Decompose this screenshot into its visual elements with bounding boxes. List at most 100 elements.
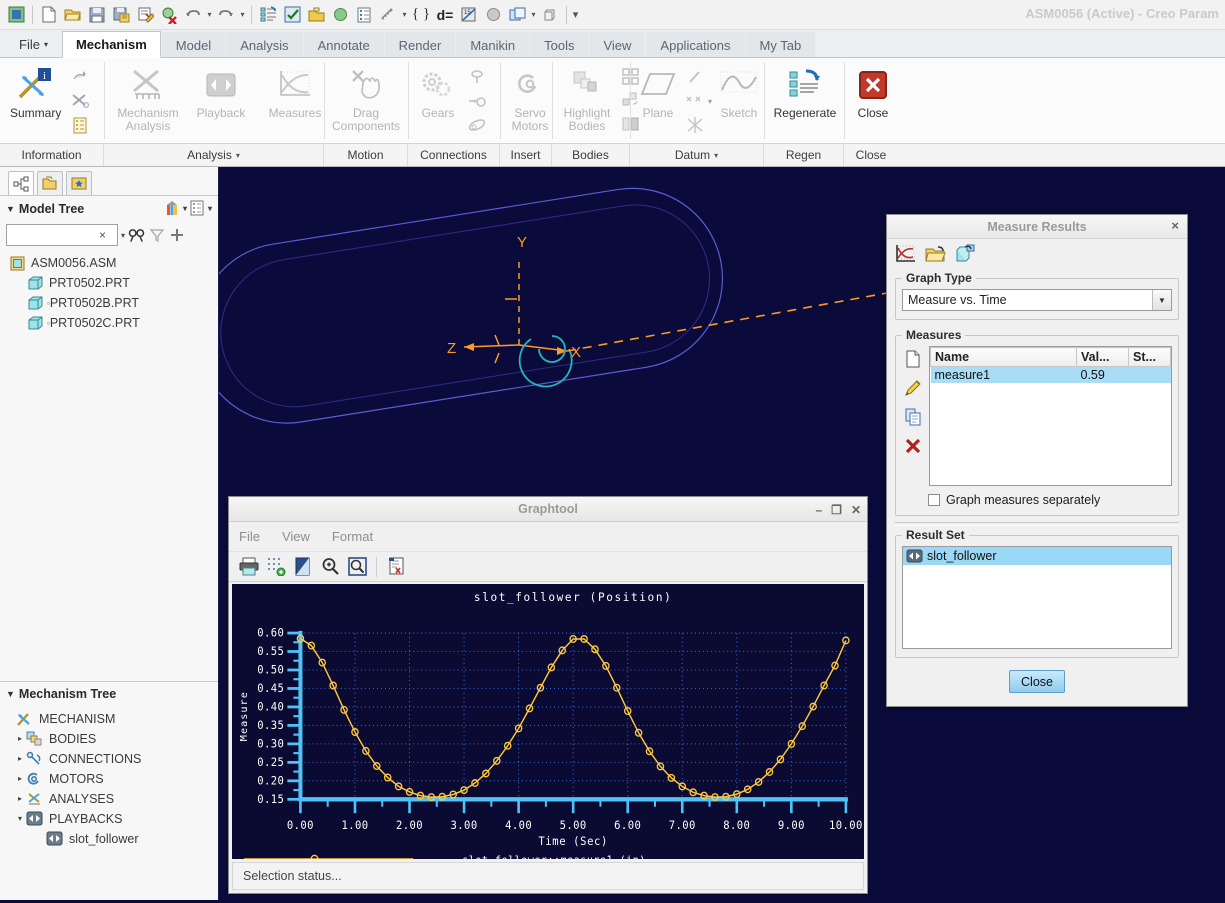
mechanism-tree-node-playbacks[interactable]: ▾ PLAYBACKS (4, 809, 218, 829)
graphtool-window[interactable]: Graphtool – ❐ ✕ File View Format slot_fo… (228, 496, 868, 894)
mechanism-tree-node-analyses[interactable]: ▸ ANALYSES (4, 789, 218, 809)
group-label-regen[interactable]: Regen (764, 144, 844, 166)
tab-my-tab[interactable]: My Tab (745, 32, 816, 57)
node-arrow[interactable]: ▸ (14, 754, 26, 763)
model-tree-node-prt0502b[interactable]: ▫ PRT0502B.PRT (6, 293, 218, 313)
edit-measure-icon[interactable] (904, 379, 922, 400)
model-tree-tab[interactable] (8, 171, 34, 195)
open-results-icon[interactable] (923, 242, 947, 266)
table-row[interactable]: measure1 0.59 (930, 366, 1171, 383)
chart-canvas[interactable]: slot_follower (Position) 0.15 0.20 0.25 0.30… (232, 584, 864, 859)
tab-analysis[interactable]: Analysis (226, 32, 303, 57)
tree-columns-icon[interactable] (189, 199, 206, 219)
tab-mechanism[interactable]: Mechanism (61, 31, 161, 58)
measure-results-dialog[interactable]: Measure Results × Graph Type Measure vs.… (886, 214, 1188, 707)
node-arrow[interactable]: ▸ (14, 734, 26, 743)
close-icon[interactable]: ✕ (851, 503, 861, 517)
zoom-in-icon[interactable] (318, 555, 342, 579)
menu-format[interactable]: Format (332, 529, 373, 544)
node-arrow[interactable]: ▸ (14, 794, 26, 803)
search-options-caret-icon[interactable]: ▾ (121, 231, 125, 240)
mechanism-analysis-button[interactable]: Mechanism Analysis (108, 61, 188, 135)
mechanism-tree-node-mechanism[interactable]: MECHANISM (4, 709, 218, 729)
graph-type-select[interactable]: Measure vs. Time ▼ (902, 289, 1172, 311)
report-icon[interactable] (67, 113, 93, 137)
mechanism-tree-collapse-caret-icon[interactable]: ▼ (6, 689, 15, 699)
export-icon[interactable] (384, 555, 408, 579)
drag-components-button[interactable]: Drag Components (328, 61, 404, 135)
appearance-icon[interactable] (329, 4, 351, 26)
point-icon[interactable] (682, 89, 708, 113)
graph-icon[interactable] (893, 242, 917, 266)
mechanism-tree-header[interactable]: ▼ Mechanism Tree (0, 680, 218, 707)
tab-model[interactable]: Model (161, 32, 226, 57)
edit-icon[interactable] (134, 4, 156, 26)
chevron-down-icon[interactable]: ▼ (1152, 290, 1171, 310)
tab-file[interactable]: File ▾ (6, 32, 61, 57)
highlight-bodies-button[interactable]: Highlight Bodies (556, 61, 618, 135)
model-tree-header[interactable]: ▼ Model Tree ▾ ▾ (0, 195, 218, 221)
delete-measure-icon[interactable] (904, 437, 922, 458)
find-icon[interactable] (128, 225, 145, 245)
group-label-datum[interactable]: Datum ▾ (630, 144, 764, 166)
node-arrow[interactable]: ▾ (14, 814, 26, 823)
regenerate-button[interactable]: Regenerate (768, 61, 842, 122)
model-tree-node-prt0502c[interactable]: ▫ PRT0502C.PRT (6, 313, 218, 333)
plane-button[interactable]: Plane (634, 61, 682, 122)
tab-tools[interactable]: Tools (530, 32, 589, 57)
redo-dropdown-caret-icon[interactable]: ▾ (238, 10, 247, 19)
column-status[interactable]: St... (1128, 347, 1171, 367)
tab-annotate[interactable]: Annotate (303, 32, 384, 57)
cam-follower-icon[interactable] (464, 65, 490, 89)
menu-file[interactable]: File (239, 529, 260, 544)
coordinate-system-icon[interactable] (682, 113, 708, 137)
measure-icon[interactable] (377, 4, 399, 26)
mechanism-tree-node-connections[interactable]: ▸ CONNECTIONS (4, 749, 218, 769)
group-label-information[interactable]: Information (0, 144, 104, 166)
model-tree-node-prt0502[interactable]: PRT0502.PRT (6, 273, 218, 293)
copy-window-icon[interactable] (539, 4, 561, 26)
graph-measures-separately-checkbox[interactable] (928, 494, 940, 506)
add-column-icon[interactable] (168, 225, 185, 245)
dialog-splitter[interactable] (895, 522, 1179, 526)
column-name[interactable]: Name (930, 347, 1077, 367)
group-label-connections[interactable]: Connections (408, 144, 500, 166)
clear-search-icon[interactable]: × (99, 228, 106, 242)
filter-icon[interactable] (148, 225, 165, 245)
graphtool-title-bar[interactable]: Graphtool – ❐ ✕ (229, 497, 867, 522)
undo-icon[interactable] (182, 4, 204, 26)
undo-dropdown-caret-icon[interactable]: ▾ (205, 10, 214, 19)
measure-results-title-bar[interactable]: Measure Results × (887, 215, 1187, 239)
result-set-list[interactable]: slot_follower (902, 546, 1172, 649)
new-measure-icon[interactable] (905, 350, 921, 371)
datum-group-caret-icon[interactable]: ▾ (714, 151, 718, 160)
column-value[interactable]: Val... (1076, 347, 1129, 367)
more-icon[interactable]: ▾ (571, 8, 580, 21)
playback-button[interactable]: Playback (188, 61, 254, 122)
close-button[interactable]: Close (1009, 670, 1065, 693)
app-logo-icon[interactable] (5, 4, 27, 26)
group-label-analysis[interactable]: Analysis ▾ (104, 144, 324, 166)
measures-table[interactable]: Name Val... St... measure1 0.59 (929, 346, 1172, 486)
graph-measures-separately-row[interactable]: Graph measures separately (902, 493, 1172, 507)
save-results-icon[interactable] (953, 242, 977, 266)
search-input[interactable] (7, 225, 99, 245)
model-tree-collapse-caret-icon[interactable]: ▼ (6, 204, 15, 214)
model-tree-node-asm0056[interactable]: ASM0056.ASM (6, 253, 218, 273)
parameters-icon[interactable] (353, 4, 375, 26)
open-icon[interactable] (62, 4, 84, 26)
switch-dims-icon[interactable]: 15 (458, 4, 480, 26)
dim-icon[interactable]: d= (434, 4, 456, 26)
folder-browser-tab[interactable] (37, 171, 63, 195)
group-label-close[interactable]: Close (844, 144, 898, 166)
maximize-icon[interactable]: ❐ (831, 503, 842, 517)
favorites-tab[interactable] (66, 171, 92, 195)
measure-dropdown-caret-icon[interactable]: ▾ (400, 10, 409, 19)
node-arrow[interactable]: ▸ (14, 774, 26, 783)
save-as-icon[interactable] (110, 4, 132, 26)
print-icon[interactable] (237, 555, 261, 579)
tree-columns-caret-icon[interactable]: ▾ (208, 204, 212, 213)
window-icon[interactable] (506, 4, 528, 26)
mechanism-tree-node-motors[interactable]: ▸ MOTORS (4, 769, 218, 789)
measures-button[interactable]: Measures (262, 61, 328, 122)
